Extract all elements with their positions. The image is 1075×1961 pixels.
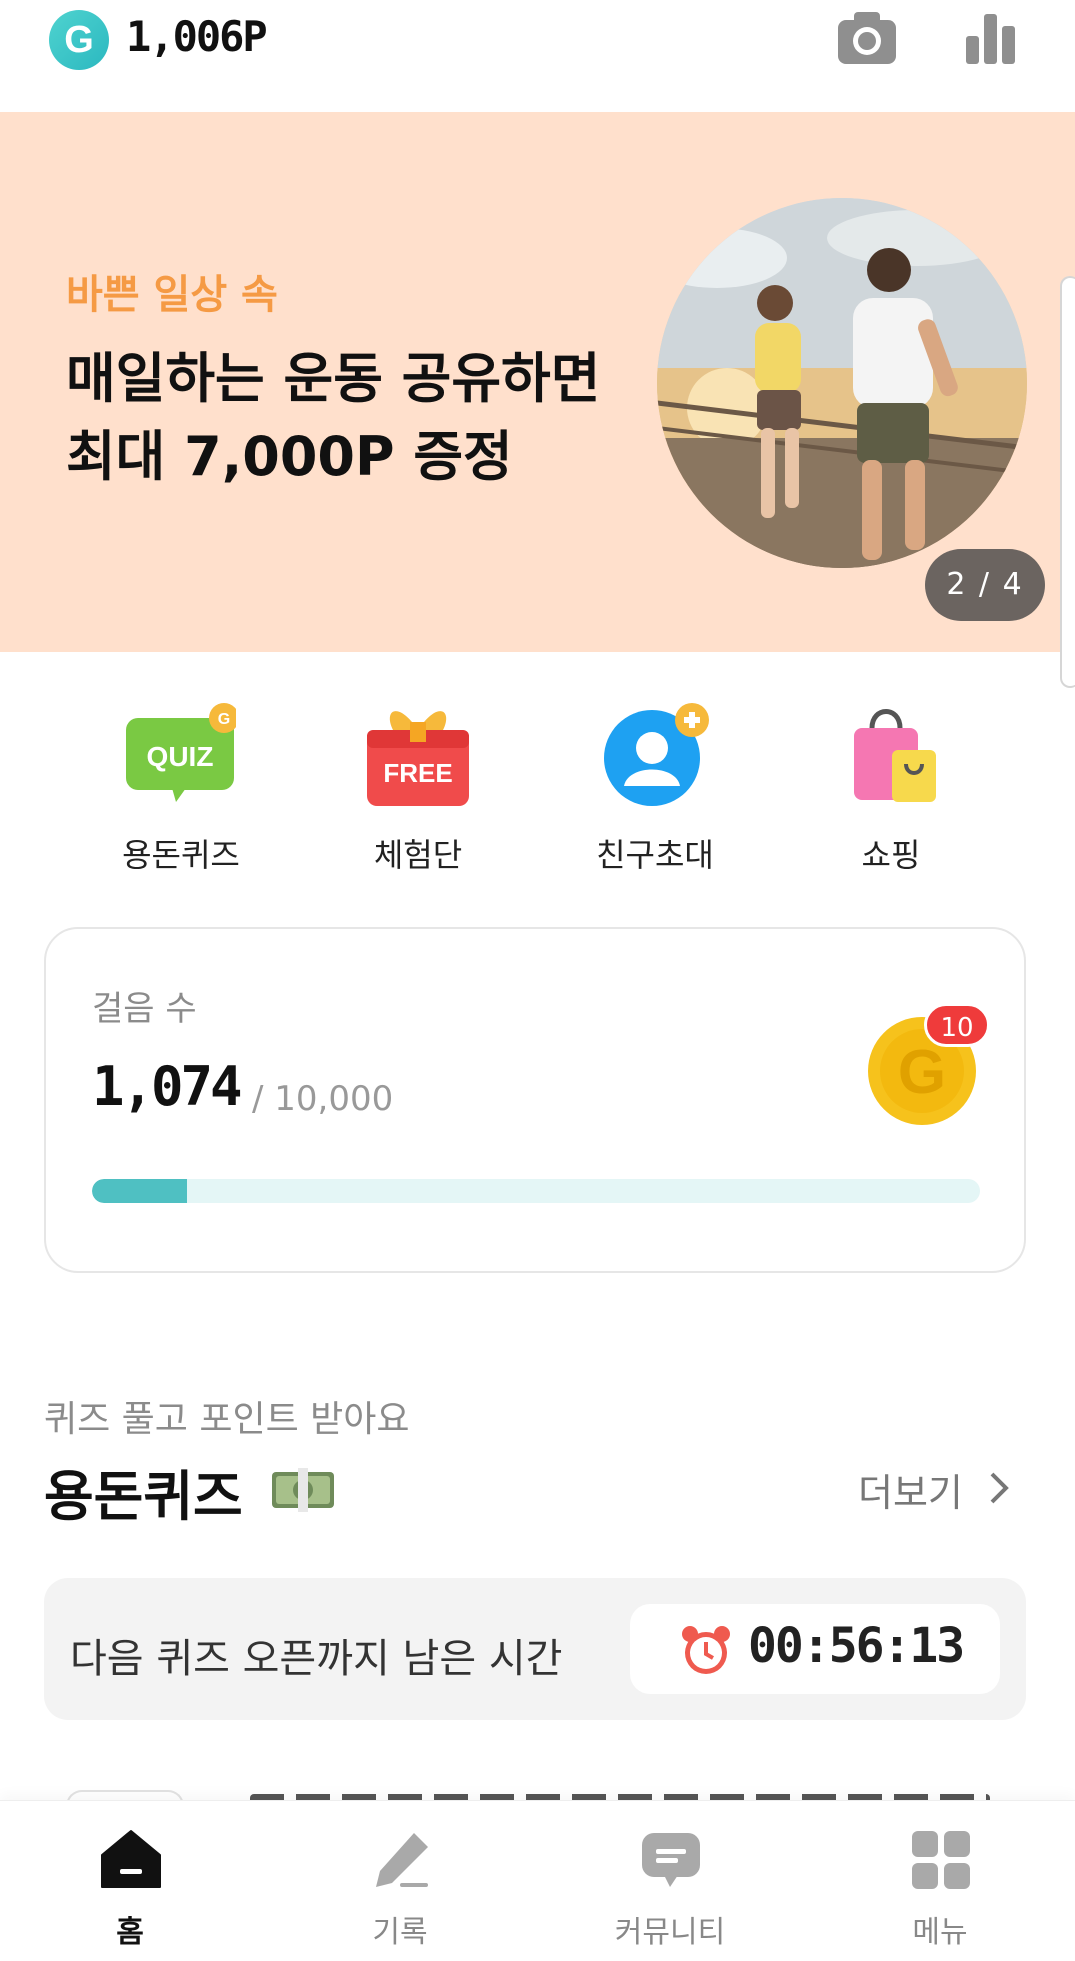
grid-icon: [912, 1831, 970, 1889]
points-balance[interactable]: 1,006P: [126, 12, 268, 61]
svg-text:G: G: [218, 711, 230, 728]
shortcut-shopping[interactable]: 쇼핑: [786, 690, 986, 880]
svg-text:FREE: FREE: [383, 758, 452, 788]
banner-title-line1: 매일하는 운동 공유하면: [66, 347, 601, 410]
step-count-card[interactable]: 걸음 수 1,074 / 10,000 G 10: [44, 927, 1026, 1273]
svg-text:QUIZ: QUIZ: [147, 741, 214, 772]
shopping-bag-icon: [854, 709, 936, 802]
promo-banner[interactable]: 바쁜 일상 속 매일하는 운동 공유하면 최대 7,000P 증정 2 / 4: [0, 112, 1075, 652]
steps-goal-value: / 10,000: [252, 1079, 394, 1119]
nav-record-label: 기록: [372, 1915, 428, 1950]
money-icon: [272, 1468, 334, 1512]
shortcut-quiz-label: 용돈퀴즈: [122, 836, 240, 874]
bottom-navigation: 홈 기록 커뮤니티 메뉴: [0, 1800, 1075, 1961]
timer-label: 다음 퀴즈 오픈까지 남은 시간: [70, 1636, 563, 1682]
quiz-more-link[interactable]: 더보기: [858, 1462, 963, 1517]
chat-icon: [642, 1833, 700, 1887]
chevron-right-icon[interactable]: [988, 1470, 1010, 1506]
banner-subtitle: 바쁜 일상 속: [66, 272, 278, 318]
timer-pill: 00:56:13: [630, 1604, 1000, 1694]
nav-record[interactable]: 기록: [300, 1801, 500, 1961]
banner-page-indicator: 2 / 4: [925, 549, 1045, 621]
coin-count-badge: 10: [924, 1003, 990, 1047]
quiz-timer-box: 다음 퀴즈 오픈까지 남은 시간 00:56:13: [44, 1578, 1026, 1720]
shortcut-menu: QUIZ G 용돈퀴즈 FREE 체험단 친구초대 쇼핑: [0, 690, 1075, 890]
top-header: G 1,006P: [0, 0, 1075, 112]
nav-community[interactable]: 커뮤니티: [570, 1801, 770, 1961]
nav-menu[interactable]: 메뉴: [840, 1801, 1040, 1961]
home-icon: [101, 1830, 161, 1888]
quiz-icon: QUIZ G: [126, 703, 236, 802]
steps-progress-bar: [92, 1179, 980, 1203]
nav-menu-label: 메뉴: [912, 1915, 968, 1950]
shortcut-shopping-label: 쇼핑: [861, 836, 921, 874]
nav-community-label: 커뮤니티: [614, 1915, 726, 1950]
steps-label: 걸음 수: [92, 989, 197, 1029]
shortcut-quiz[interactable]: QUIZ G 용돈퀴즈: [76, 690, 276, 880]
shortcut-invite[interactable]: 친구초대: [550, 690, 750, 880]
steps-progress-fill: [92, 1179, 188, 1203]
steps-current-value: 1,074: [92, 1055, 243, 1118]
banner-title-line2: 최대 7,000P 증정: [66, 425, 513, 488]
nav-home-label: 홈: [116, 1915, 144, 1950]
stats-icon[interactable]: [964, 12, 1016, 66]
runners-photo: [657, 198, 1027, 568]
pencil-icon: [376, 1833, 428, 1887]
free-gift-icon: FREE: [367, 711, 469, 806]
nav-home[interactable]: 홈: [30, 1801, 230, 1961]
timer-countdown: 00:56:13: [748, 1618, 965, 1674]
alarm-clock-icon: [682, 1626, 730, 1674]
invite-friend-icon: [604, 703, 709, 806]
side-edge-handle[interactable]: [1060, 276, 1075, 688]
banner-title: 매일하는 운동 공유하면 최대 7,000P 증정: [66, 340, 600, 496]
quiz-section-title: 용돈퀴즈: [44, 1465, 243, 1528]
shortcut-trial-label: 체험단: [373, 836, 463, 874]
shortcut-invite-label: 친구초대: [596, 836, 714, 874]
shortcut-trial[interactable]: FREE 체험단: [313, 690, 513, 880]
camera-icon[interactable]: [836, 10, 898, 66]
g-logo-icon[interactable]: G: [49, 10, 109, 70]
svg-text:G: G: [898, 1038, 946, 1107]
quiz-section-subtitle: 퀴즈 풀고 포인트 받아요: [44, 1399, 410, 1440]
